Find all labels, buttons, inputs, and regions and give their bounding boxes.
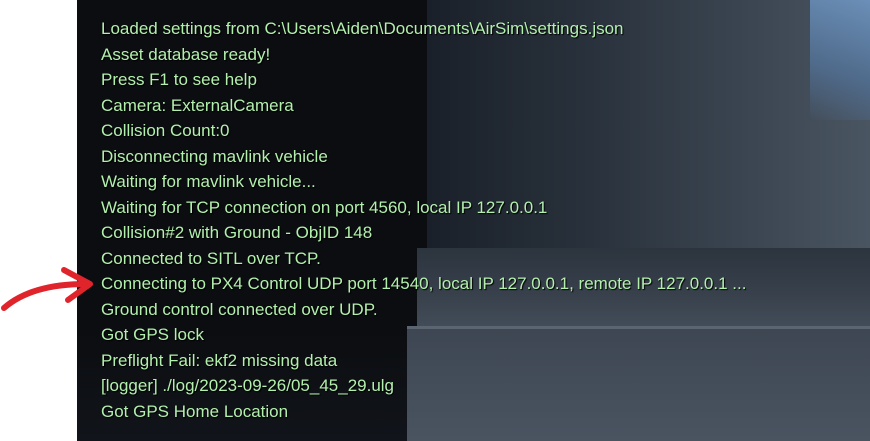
log-line: [logger] ./log/2023-09-26/05_45_29.ulg [101, 376, 395, 395]
scene-sky-corner [810, 0, 870, 120]
simulator-viewport[interactable]: Loaded settings from C:\Users\Aiden\Docu… [77, 0, 870, 441]
log-line: Asset database ready! [101, 44, 271, 64]
log-line: Got GPS Home Location [101, 401, 289, 421]
log-line: Got GPS lock [101, 325, 204, 344]
log-line: Ground control connected over UDP. [101, 299, 378, 319]
log-line: Waiting for TCP connection on port 4560,… [101, 197, 548, 217]
red-arrow-icon [1, 267, 93, 311]
log-line: Waiting for mavlink vehicle... [101, 172, 316, 191]
log-line: Connected to SITL over TCP. [101, 248, 321, 268]
log-line: Loaded settings from C:\Users\Aiden\Docu… [101, 19, 624, 38]
log-line: Camera: ExternalCamera [101, 95, 294, 115]
log-line: Disconnecting mavlink vehicle [101, 146, 328, 166]
log-line-highlighted: Connecting to PX4 Control UDP port 14540… [101, 274, 747, 293]
log-line: Preflight Fail: ekf2 missing data [101, 350, 338, 370]
log-line: Collision#2 with Ground - ObjID 148 [101, 223, 373, 242]
log-line: Press F1 to see help [101, 70, 257, 89]
screenshot-stage: Loaded settings from C:\Users\Aiden\Docu… [0, 0, 870, 441]
log-line: Collision Count:0 [101, 121, 230, 140]
console-log: Loaded settings from C:\Users\Aiden\Docu… [101, 16, 746, 424]
